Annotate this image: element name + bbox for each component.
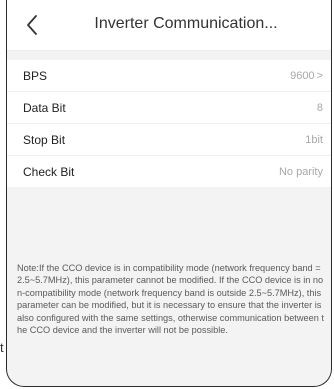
setting-row-data-bit[interactable]: Data Bit 8 <box>7 92 331 124</box>
setting-row-check-bit[interactable]: Check Bit No parity <box>7 156 331 187</box>
setting-value: 1bit <box>305 133 323 146</box>
setting-row-bps[interactable]: BPS 9600 > <box>7 60 331 92</box>
setting-label: BPS <box>23 68 48 83</box>
phone-screen: Inverter Communication... BPS 9600 > Dat… <box>6 0 332 387</box>
setting-value: No parity <box>278 165 323 178</box>
back-button[interactable] <box>21 11 47 39</box>
settings-list: BPS 9600 > Data Bit 8 Stop Bit 1bit Chec… <box>7 60 331 187</box>
navigation-header: Inverter Communication... <box>7 0 331 51</box>
setting-label: Check Bit <box>23 164 75 179</box>
compatibility-note: Note:If the CCO device is in compatibili… <box>17 263 324 336</box>
page-title: Inverter Communication... <box>94 15 278 32</box>
setting-label: Stop Bit <box>23 132 66 147</box>
setting-row-stop-bit[interactable]: Stop Bit 1bit <box>7 124 331 156</box>
setting-value: 9600 <box>290 69 315 82</box>
setting-value: 8 <box>316 101 323 114</box>
chevron-right-icon: > <box>316 69 323 82</box>
setting-label: Data Bit <box>23 100 66 115</box>
chevron-left-icon <box>27 15 37 35</box>
